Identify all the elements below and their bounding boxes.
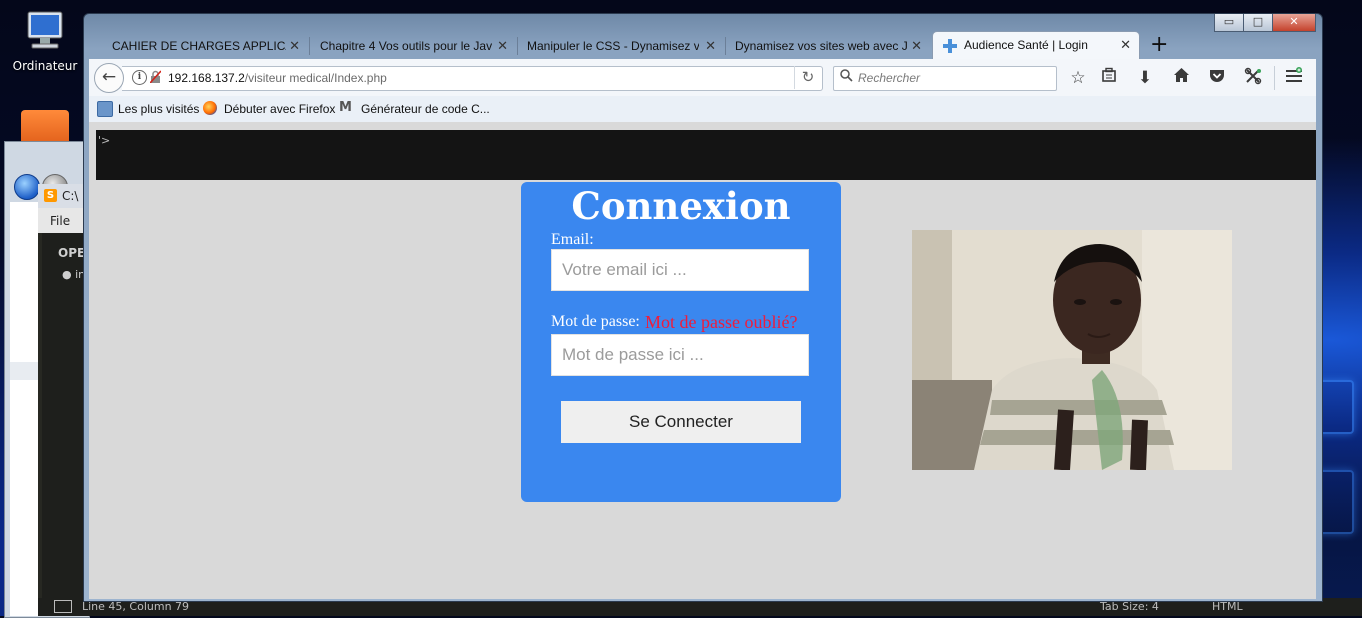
- search-placeholder: Rechercher: [858, 71, 921, 85]
- back-arrow-icon: ←: [101, 67, 117, 87]
- back-button[interactable]: ←: [94, 63, 124, 93]
- minimize-button[interactable]: ▭: [1214, 14, 1244, 32]
- computer-icon[interactable]: [22, 10, 68, 52]
- url-path: /visiteur medical/Index.php: [244, 71, 387, 85]
- sublime-title: C:\: [62, 189, 79, 203]
- sublime-open-file[interactable]: ● in: [62, 268, 85, 281]
- stray-text: '>: [98, 134, 111, 147]
- insecure-lock-icon[interactable]: [149, 70, 162, 84]
- reading-list-icon[interactable]: [1098, 67, 1120, 89]
- tab-cahier[interactable]: CAHIER DE CHARGES APPLICATI ✕: [96, 33, 308, 59]
- console-toggle-icon[interactable]: [54, 600, 72, 613]
- new-tab-button[interactable]: +: [1150, 33, 1168, 57]
- tab-label: CAHIER DE CHARGES APPLICATI: [112, 39, 286, 53]
- bookmark-getting-started[interactable]: Débuter avec Firefox: [224, 102, 335, 116]
- tab-chapitre-4[interactable]: Chapitre 4 Vos outils pour le Java ✕: [310, 33, 516, 59]
- site-info-icon[interactable]: i: [132, 70, 147, 85]
- generator-icon: M: [339, 100, 352, 115]
- tab-close-icon[interactable]: ✕: [497, 38, 508, 54]
- downloads-icon[interactable]: ⬇: [1134, 67, 1156, 89]
- explorer-back-icon[interactable]: [14, 174, 40, 200]
- tab-label: Audience Santé | Login: [964, 38, 1088, 52]
- firefox-icon: [203, 101, 217, 115]
- tab-bar: CAHIER DE CHARGES APPLICATI ✕ Chapitre 4…: [96, 31, 1316, 60]
- profile-photo: [912, 230, 1232, 470]
- window-controls: ▭ □ ✕: [1214, 14, 1316, 32]
- login-title: Connexion: [571, 184, 791, 228]
- tab-close-icon[interactable]: ✕: [289, 38, 300, 54]
- tab-close-icon[interactable]: ✕: [911, 38, 922, 54]
- tab-close-icon[interactable]: ✕: [1120, 37, 1131, 53]
- email-label: Email:: [551, 231, 594, 248]
- medical-cross-icon: [942, 38, 958, 54]
- page-header-bar: [96, 130, 1316, 180]
- menu-icon[interactable]: [1283, 67, 1305, 89]
- sublime-logo-icon: S: [44, 189, 57, 202]
- bookmark-star-icon[interactable]: ☆: [1067, 67, 1089, 89]
- email-field[interactable]: [551, 249, 809, 291]
- bookmark-code-generator[interactable]: Générateur de code C...: [361, 102, 490, 116]
- password-field[interactable]: [551, 334, 809, 376]
- tab-dynamisez[interactable]: Dynamisez vos sites web avec Jav ✕: [726, 33, 930, 59]
- tab-label: Chapitre 4 Vos outils pour le Java: [320, 39, 492, 53]
- pocket-icon[interactable]: [1206, 67, 1228, 89]
- url-host: 192.168.137.2: [168, 71, 245, 85]
- home-icon[interactable]: [1170, 67, 1192, 89]
- url-text[interactable]: 192.168.137.2/visiteur medical/Index.php: [168, 71, 387, 85]
- computer-icon-label: Ordinateur: [12, 59, 78, 73]
- maximize-button[interactable]: □: [1243, 14, 1273, 32]
- tab-manipuler-css[interactable]: Manipuler le CSS - Dynamisez vo ✕: [518, 33, 724, 59]
- sublime-open-files-header: OPE: [58, 246, 86, 260]
- tab-audience-sante[interactable]: Audience Santé | Login ✕: [932, 31, 1140, 60]
- search-icon: [840, 69, 853, 86]
- sublime-menu-file[interactable]: File: [50, 214, 70, 228]
- forgot-password-link[interactable]: Mot de passe oublié?: [645, 312, 797, 333]
- extension-icon[interactable]: [1242, 67, 1264, 89]
- reload-icon[interactable]: ↻: [794, 66, 821, 89]
- toolbar-divider: [1274, 66, 1275, 90]
- bookmark-most-visited[interactable]: Les plus visités: [118, 102, 199, 116]
- bookmark-folder-icon: [97, 101, 113, 117]
- password-label: Mot de passe:: [551, 313, 640, 330]
- tab-label: Dynamisez vos sites web avec Jav: [735, 39, 907, 53]
- close-window-button[interactable]: ✕: [1272, 14, 1316, 32]
- tab-close-icon[interactable]: ✕: [705, 38, 716, 54]
- tab-label: Manipuler le CSS - Dynamisez vo: [527, 39, 699, 53]
- login-submit-button[interactable]: Se Connecter: [561, 401, 801, 443]
